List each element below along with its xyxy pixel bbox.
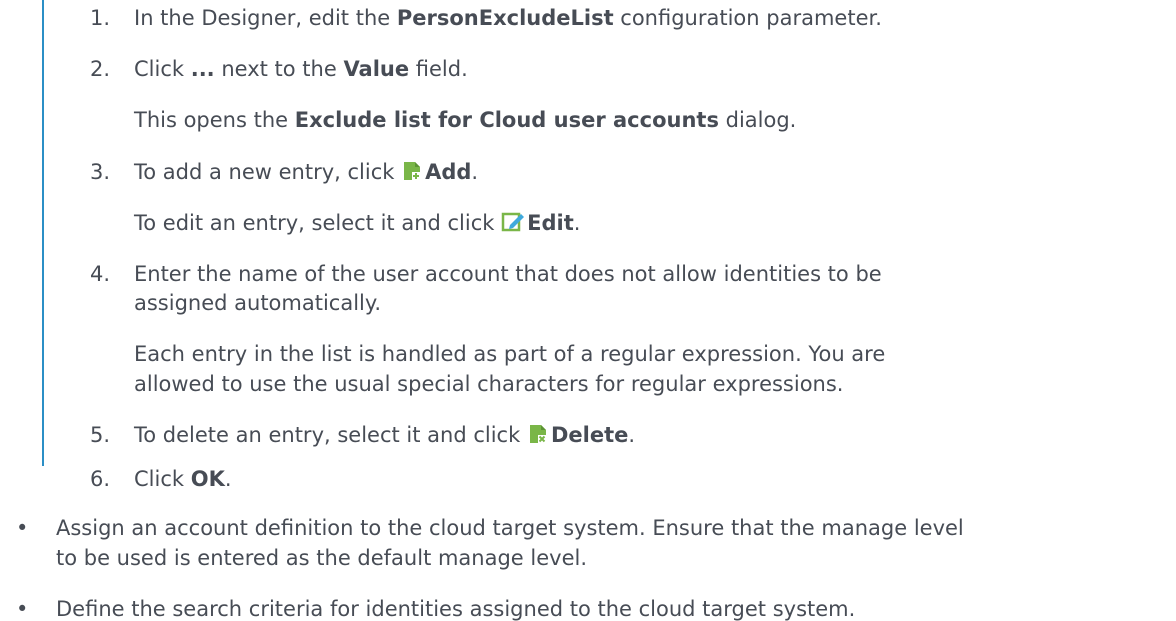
- step-number: 2.: [90, 57, 111, 81]
- edit-icon: [501, 211, 525, 233]
- step-3: 3. To add a new entry, click Add.: [90, 160, 479, 184]
- step-text: Enter the name of the user account that …: [134, 262, 882, 286]
- bullet-text-line-1: Define the search criteria for identitie…: [56, 597, 856, 621]
- ok-button-label: OK: [190, 467, 225, 491]
- step-4-note-line-1: Each entry in the list is handled as par…: [134, 342, 886, 366]
- step-group-bar: [42, 0, 44, 466]
- step-text: To add a new entry, click: [134, 160, 402, 184]
- step-number: 5.: [90, 423, 111, 447]
- step-text: To delete an entry, select it and click: [134, 423, 527, 447]
- ellipsis-button-label: ...: [190, 57, 215, 81]
- bullet-marker: •: [16, 516, 29, 540]
- step-6: 6. Click OK.: [90, 467, 232, 491]
- step-2: 2. Click ... next to the Value field.: [90, 57, 468, 81]
- bullet-marker: •: [16, 597, 29, 621]
- add-button-label: Add: [425, 160, 472, 184]
- step-text: In the Designer, edit the: [134, 6, 397, 30]
- step-text: Click: [134, 467, 191, 491]
- step-text: configuration parameter.: [613, 6, 882, 30]
- step-number: 6.: [90, 467, 111, 491]
- step-4-note-line-2: allowed to use the usual special charact…: [134, 372, 844, 396]
- step-text: next to the: [214, 57, 344, 81]
- step-text: Click: [134, 57, 191, 81]
- step-number: 1.: [90, 6, 111, 30]
- bullet-text-line-1: Assign an account definition to the clou…: [56, 516, 964, 540]
- step-2-note: This opens the Exclude list for Cloud us…: [134, 108, 797, 132]
- delete-icon: [527, 423, 549, 445]
- param-name: PersonExcludeList: [396, 6, 614, 30]
- add-icon: [401, 160, 423, 182]
- step-5: 5. To delete an entry, select it and clic…: [90, 423, 636, 447]
- field-name: Value: [343, 57, 410, 81]
- step-number: 4.: [90, 262, 111, 286]
- step-text: field.: [409, 57, 468, 81]
- dialog-name: Exclude list for Cloud user accounts: [294, 108, 719, 132]
- step-number: 3.: [90, 160, 111, 184]
- step-4: 4. Enter the name of the user account tha…: [90, 262, 882, 286]
- edit-button-label: Edit: [527, 211, 574, 235]
- step-4-continuation: assigned automatically.: [134, 291, 381, 315]
- delete-button-label: Delete: [550, 423, 629, 447]
- step-3-note: To edit an entry, select it and click Ed…: [134, 211, 581, 235]
- step-1: 1. In the Designer, edit the PersonExclud…: [90, 6, 882, 30]
- bullet-text-line-2: to be used is entered as the default man…: [56, 546, 588, 570]
